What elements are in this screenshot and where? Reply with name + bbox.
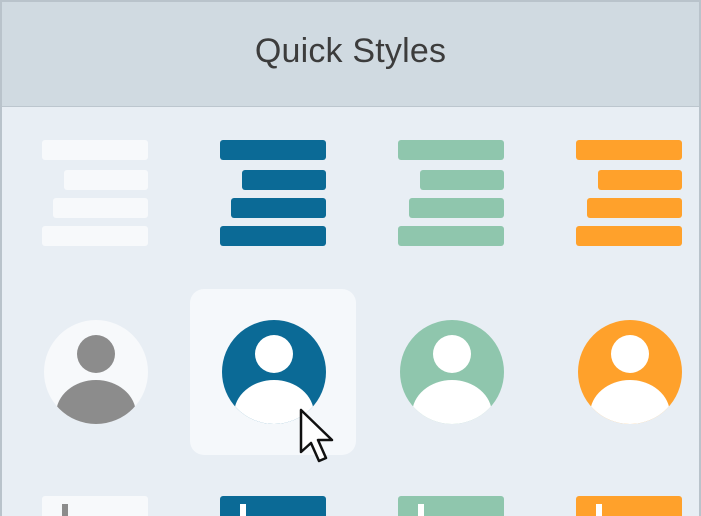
list-style-white[interactable]	[42, 140, 150, 248]
card-icon	[220, 496, 326, 516]
panel-header: Quick Styles	[2, 2, 699, 107]
user-icon	[578, 320, 682, 424]
user-icon	[400, 320, 504, 424]
avatar-style-orange[interactable]	[576, 320, 684, 428]
avatar-style-gray[interactable]	[42, 320, 150, 428]
mouse-cursor-icon	[299, 408, 334, 463]
partial-style-white[interactable]	[42, 496, 150, 516]
list-icon	[576, 140, 682, 246]
list-style-blue[interactable]	[220, 140, 328, 248]
list-icon	[42, 140, 148, 246]
avatar-style-teal[interactable]	[398, 320, 506, 428]
list-style-teal[interactable]	[398, 140, 506, 248]
card-icon	[398, 496, 504, 516]
list-icon	[398, 140, 504, 246]
partial-style-teal[interactable]	[398, 496, 506, 516]
partial-style-blue[interactable]	[220, 496, 328, 516]
quick-styles-panel: Quick Styles	[0, 0, 701, 516]
partial-style-orange[interactable]	[576, 496, 684, 516]
card-icon	[576, 496, 682, 516]
user-icon	[44, 320, 148, 424]
panel-title: Quick Styles	[254, 31, 447, 70]
list-style-orange[interactable]	[576, 140, 684, 248]
card-icon	[42, 496, 148, 516]
list-icon	[220, 140, 326, 246]
